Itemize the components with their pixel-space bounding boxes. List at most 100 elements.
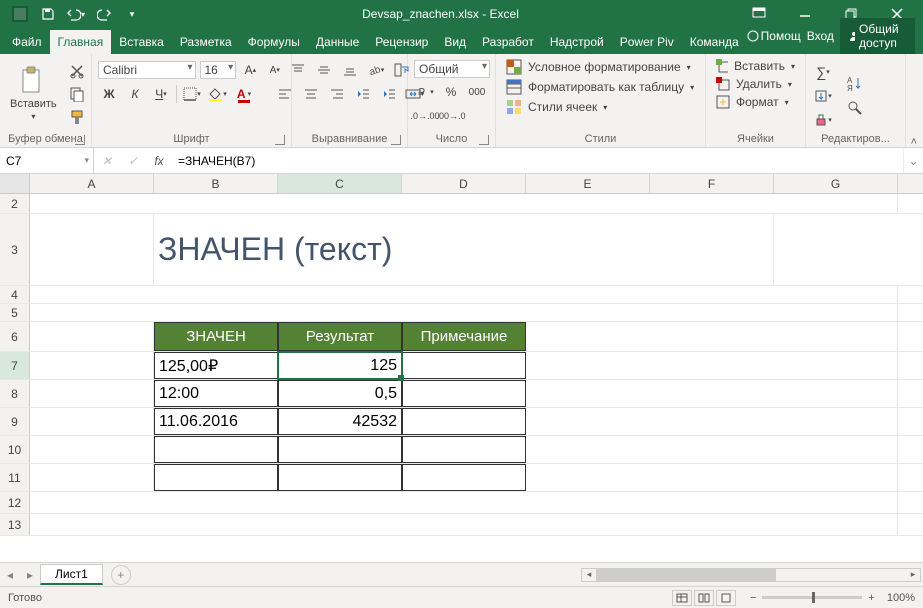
cell-styles-button[interactable]: Стили ячеек▾ bbox=[502, 98, 699, 116]
fx-icon[interactable]: fx bbox=[146, 148, 172, 173]
decrease-decimal-icon[interactable]: .00→.0 bbox=[440, 106, 462, 126]
enter-formula-icon[interactable]: ✓ bbox=[120, 148, 146, 173]
sheet-tab[interactable]: Лист1 bbox=[40, 564, 103, 585]
tab-file[interactable]: Файл bbox=[4, 30, 50, 54]
cell[interactable] bbox=[402, 464, 526, 491]
autosum-icon[interactable]: ∑▾ bbox=[812, 62, 834, 82]
orientation-icon[interactable]: ab▾ bbox=[365, 60, 387, 80]
row-header[interactable]: 8 bbox=[0, 380, 30, 407]
row-header[interactable]: 10 bbox=[0, 436, 30, 463]
increase-decimal-icon[interactable]: .0→.00 bbox=[414, 106, 436, 126]
formula-input[interactable]: =ЗНАЧЕН(B7) bbox=[172, 148, 903, 173]
share-button[interactable]: Общий доступ bbox=[840, 18, 915, 54]
tab-home[interactable]: Главная bbox=[50, 30, 112, 54]
align-center-icon[interactable] bbox=[300, 84, 322, 104]
dialog-launcher-icon[interactable] bbox=[479, 135, 489, 145]
fill-icon[interactable]: ▾ bbox=[812, 86, 834, 106]
cell[interactable] bbox=[278, 436, 402, 463]
add-sheet-icon[interactable]: + bbox=[111, 565, 131, 585]
col-header[interactable]: A bbox=[30, 174, 154, 193]
number-format-select[interactable]: Общий bbox=[414, 60, 490, 78]
row-header[interactable]: 12 bbox=[0, 492, 30, 513]
col-header[interactable]: F bbox=[650, 174, 774, 193]
cell[interactable] bbox=[402, 352, 526, 379]
row-header[interactable]: 2 bbox=[0, 194, 30, 213]
expand-formula-bar-icon[interactable]: ⌄ bbox=[903, 148, 923, 173]
tab-insert[interactable]: Вставка bbox=[111, 30, 172, 54]
page-layout-view-icon[interactable] bbox=[694, 590, 714, 606]
copy-icon[interactable] bbox=[67, 84, 87, 104]
bold-icon[interactable]: Ж bbox=[98, 84, 120, 104]
tab-powerpivot[interactable]: Power Piv bbox=[612, 30, 682, 54]
name-box[interactable]: C7 bbox=[0, 148, 94, 173]
tab-addins[interactable]: Надстрой bbox=[542, 30, 612, 54]
dialog-launcher-icon[interactable] bbox=[75, 135, 85, 145]
fill-color-icon[interactable]: ▾ bbox=[207, 84, 229, 104]
insert-cells-button[interactable]: Вставить▾ bbox=[712, 58, 799, 74]
accounting-format-icon[interactable]: ₽▾ bbox=[414, 82, 436, 102]
tab-data[interactable]: Данные bbox=[308, 30, 367, 54]
decrease-indent-icon[interactable] bbox=[352, 84, 374, 104]
dialog-launcher-icon[interactable] bbox=[275, 135, 285, 145]
dialog-launcher-icon[interactable] bbox=[391, 135, 401, 145]
row-header[interactable]: 9 bbox=[0, 408, 30, 435]
italic-icon[interactable]: К bbox=[124, 84, 146, 104]
find-select-icon[interactable] bbox=[844, 98, 866, 118]
scroll-tabs-right-icon[interactable]: ▸ bbox=[20, 568, 40, 582]
col-header[interactable]: C bbox=[278, 174, 402, 193]
borders-icon[interactable]: ▾ bbox=[181, 84, 203, 104]
horizontal-scrollbar[interactable]: ◂▸ bbox=[581, 568, 921, 582]
qat-customize-icon[interactable]: ▾ bbox=[120, 2, 144, 26]
normal-view-icon[interactable] bbox=[672, 590, 692, 606]
tab-developer[interactable]: Разработ bbox=[474, 30, 542, 54]
zoom-slider[interactable] bbox=[762, 596, 862, 599]
cell[interactable]: 125,00₽ bbox=[154, 352, 278, 379]
format-as-table-button[interactable]: Форматировать как таблицу▾ bbox=[502, 78, 699, 96]
undo-icon[interactable]: ▾ bbox=[64, 2, 88, 26]
cell[interactable] bbox=[154, 436, 278, 463]
col-header[interactable]: G bbox=[774, 174, 898, 193]
font-size-select[interactable]: 16 bbox=[200, 61, 237, 79]
col-header[interactable]: D bbox=[402, 174, 526, 193]
table-header[interactable]: Результат bbox=[278, 322, 402, 351]
row-header[interactable]: 3 bbox=[0, 214, 30, 285]
scroll-tabs-left-icon[interactable]: ◂ bbox=[0, 568, 20, 582]
tell-me[interactable]: Помощ bbox=[747, 29, 801, 43]
align-bottom-icon[interactable] bbox=[339, 60, 361, 80]
sort-filter-icon[interactable]: АЯ bbox=[844, 74, 866, 94]
save-icon[interactable] bbox=[36, 2, 60, 26]
tab-layout[interactable]: Разметка bbox=[172, 30, 240, 54]
cell-active[interactable]: 125 bbox=[278, 352, 402, 379]
cell[interactable] bbox=[154, 464, 278, 491]
align-top-icon[interactable] bbox=[287, 60, 309, 80]
cell[interactable] bbox=[402, 436, 526, 463]
conditional-formatting-button[interactable]: Условное форматирование▾ bbox=[502, 58, 699, 76]
cell[interactable]: ЗНАЧЕН (текст) bbox=[154, 214, 774, 285]
zoom-out-icon[interactable]: − bbox=[750, 592, 756, 604]
font-color-icon[interactable]: A▾ bbox=[233, 84, 255, 104]
font-name-select[interactable]: Calibri bbox=[98, 61, 196, 79]
col-header[interactable]: B bbox=[154, 174, 278, 193]
cell[interactable]: 0,5 bbox=[278, 380, 402, 407]
percent-icon[interactable]: % bbox=[440, 82, 462, 102]
row-header[interactable]: 4 bbox=[0, 286, 30, 303]
row-header[interactable]: 13 bbox=[0, 514, 30, 535]
cell[interactable] bbox=[402, 380, 526, 407]
format-cells-button[interactable]: Формат▾ bbox=[712, 94, 799, 110]
paste-button[interactable]: Вставить ▾ bbox=[6, 64, 61, 123]
increase-indent-icon[interactable] bbox=[378, 84, 400, 104]
format-painter-icon[interactable] bbox=[67, 107, 87, 127]
align-left-icon[interactable] bbox=[274, 84, 296, 104]
row-header[interactable]: 7 bbox=[0, 352, 30, 379]
tab-team[interactable]: Команда bbox=[682, 30, 747, 54]
cell[interactable] bbox=[278, 464, 402, 491]
cell[interactable]: 12:00 bbox=[154, 380, 278, 407]
collapse-ribbon-icon[interactable]: ˄ bbox=[911, 136, 917, 148]
row-header[interactable]: 11 bbox=[0, 464, 30, 491]
col-header[interactable]: E bbox=[526, 174, 650, 193]
align-right-icon[interactable] bbox=[326, 84, 348, 104]
cut-icon[interactable] bbox=[67, 61, 87, 81]
tab-formulas[interactable]: Формулы bbox=[240, 30, 308, 54]
cancel-formula-icon[interactable]: ✕ bbox=[94, 148, 120, 173]
select-all-corner[interactable] bbox=[0, 174, 30, 193]
